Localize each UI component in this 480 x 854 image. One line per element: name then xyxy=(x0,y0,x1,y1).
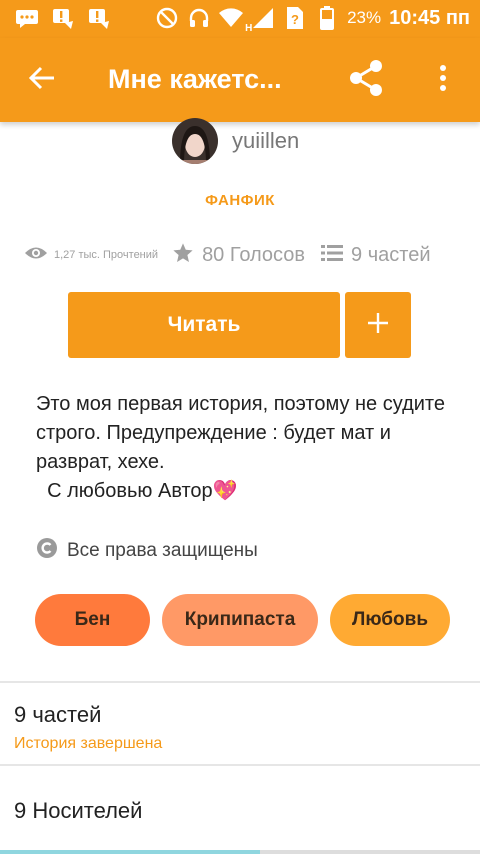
wifi-icon xyxy=(219,6,244,30)
clock: 10:45 пп xyxy=(389,6,470,29)
notification-icons xyxy=(14,7,112,31)
share-icon xyxy=(346,58,386,103)
author-row[interactable]: yuiillen xyxy=(172,118,299,165)
tag-chip[interactable]: Бен xyxy=(35,594,150,646)
plus-icon xyxy=(367,312,389,339)
sim-question-icon: ? xyxy=(283,6,307,30)
author-name[interactable]: yuiillen xyxy=(232,128,299,154)
story-stats: 1,27 тыс. Прочтений 80 Голосов 9 частей xyxy=(24,240,430,270)
parts-count: 9 частей xyxy=(351,243,431,266)
back-button[interactable] xyxy=(22,62,62,98)
parts-stat: 9 частей xyxy=(321,244,430,267)
story-status: История завершена xyxy=(14,735,163,752)
alert-icon xyxy=(50,7,76,31)
parts-title: 9 частей xyxy=(14,702,102,727)
reads-stat: 1,27 тыс. Прочтений xyxy=(24,245,158,266)
eye-icon xyxy=(24,245,48,266)
battery-percent: 23% xyxy=(347,8,382,27)
tag-list: Бен Крипипаста Любовь xyxy=(0,594,480,646)
read-button[interactable]: Читать xyxy=(68,292,340,358)
tag-chip[interactable]: Любовь xyxy=(330,594,450,646)
copyright-icon xyxy=(36,537,58,565)
network-type-label: H xyxy=(245,23,253,34)
copyright-row: Все права защищены xyxy=(36,536,258,566)
add-to-library-button[interactable] xyxy=(345,292,411,358)
message-icon xyxy=(14,7,40,31)
table-of-contents-row[interactable]: 9 частей История завершена xyxy=(0,683,480,764)
headset-icon xyxy=(187,6,211,30)
app-bar: Мне кажетс... xyxy=(0,38,480,122)
scroll-track xyxy=(260,850,480,854)
copyright-label: Все права защищены xyxy=(67,540,258,561)
scroll-indicator xyxy=(0,850,260,854)
votes-stat: 80 Голосов xyxy=(172,242,305,269)
media-title: 9 Носителей xyxy=(14,798,143,823)
tag-chip[interactable]: Крипипаста xyxy=(162,594,318,646)
list-icon xyxy=(321,244,344,267)
more-options-button[interactable] xyxy=(428,60,458,100)
more-vertical-icon xyxy=(439,64,447,97)
category-label[interactable]: ФАНФИК xyxy=(0,192,480,209)
votes-count: 80 Голосов xyxy=(202,243,306,266)
battery-icon xyxy=(315,6,339,30)
star-icon xyxy=(172,242,194,269)
system-icons: H ? 23% 10:45 пп xyxy=(155,6,470,34)
status-bar: H ? 23% 10:45 пп xyxy=(0,0,480,38)
story-description: Это моя первая история, поэтому не судит… xyxy=(36,393,445,502)
no-disturb-icon xyxy=(155,6,179,30)
share-button[interactable] xyxy=(344,58,388,103)
back-arrow-icon xyxy=(28,66,56,95)
avatar[interactable] xyxy=(172,118,218,164)
svg-text:?: ? xyxy=(291,12,299,27)
alert-icon xyxy=(86,7,112,31)
signal-icon: H xyxy=(245,6,275,34)
story-title: Мне кажетс... xyxy=(108,64,282,94)
reads-count: 1,27 тыс. Прочтений xyxy=(54,249,159,261)
media-row[interactable]: 9 Носителей xyxy=(0,766,480,854)
